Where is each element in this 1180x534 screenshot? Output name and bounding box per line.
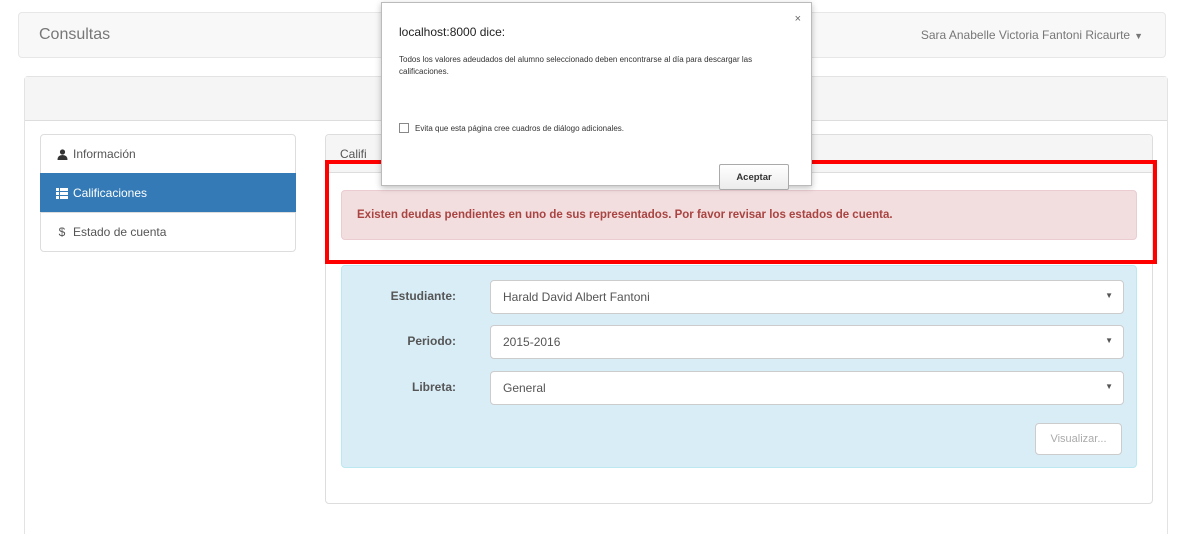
browser-alert-dialog: localhost:8000 dice: × Todos los valores… [381,2,812,190]
user-icon [55,148,69,160]
libreta-value: General [503,381,546,395]
estudiante-row: Estudiante: Harald David Albert Fantoni … [342,280,1136,314]
user-name: Sara Anabelle Victoria Fantoni Ricaurte [920,28,1131,42]
estudiante-label: Estudiante: [390,289,456,303]
chevron-down-icon: ▼ [1105,382,1113,391]
accept-button[interactable]: Aceptar [719,164,789,190]
dialog-title: localhost:8000 dice: [399,25,506,39]
dialog-message: Todos los valores adeudados del alumno s… [399,55,753,76]
sidebar-item-label: Información [73,147,136,161]
suppress-dialogs-option[interactable]: Evita que esta página cree cuadros de di… [399,123,624,133]
close-icon[interactable]: × [795,13,801,25]
sidebar: Información Calificaciones $ Estado de c… [40,134,296,252]
sidebar-item-informacion[interactable]: Información [40,134,296,174]
periodo-value: 2015-2016 [503,335,561,349]
sidebar-item-estado-de-cuenta[interactable]: $ Estado de cuenta [40,212,296,252]
query-form: Estudiante: Harald David Albert Fantoni … [341,265,1137,468]
libreta-select[interactable]: General ▼ [490,371,1124,405]
suppress-dialogs-label: Evita que esta página cree cuadros de di… [415,123,625,133]
suppress-dialogs-checkbox[interactable] [399,123,409,133]
caret-down-icon: ▼ [1134,31,1143,41]
dollar-icon: $ [58,225,66,239]
chevron-down-icon: ▼ [1105,291,1113,300]
libreta-row: Libreta: General ▼ [342,371,1136,405]
brand-link[interactable]: Consultas [39,26,110,44]
sidebar-item-calificaciones[interactable]: Calificaciones [40,173,296,213]
estudiante-value: Harald David Albert Fantoni [503,290,650,304]
periodo-row: Periodo: 2015-2016 ▼ [342,325,1136,359]
libreta-label: Libreta: [411,380,456,394]
list-icon [55,187,69,199]
periodo-label: Periodo: [407,334,456,348]
periodo-select[interactable]: 2015-2016 ▼ [490,325,1124,359]
sidebar-item-label: Estado de cuenta [73,225,167,239]
visualizar-button[interactable]: Visualizar... [1035,423,1122,455]
estudiante-select[interactable]: Harald David Albert Fantoni ▼ [490,280,1124,314]
chevron-down-icon: ▼ [1105,336,1113,345]
user-menu[interactable]: Sara Anabelle Victoria Fantoni Ricaurte ▼ [921,28,1143,42]
sidebar-item-label: Calificaciones [73,186,148,200]
